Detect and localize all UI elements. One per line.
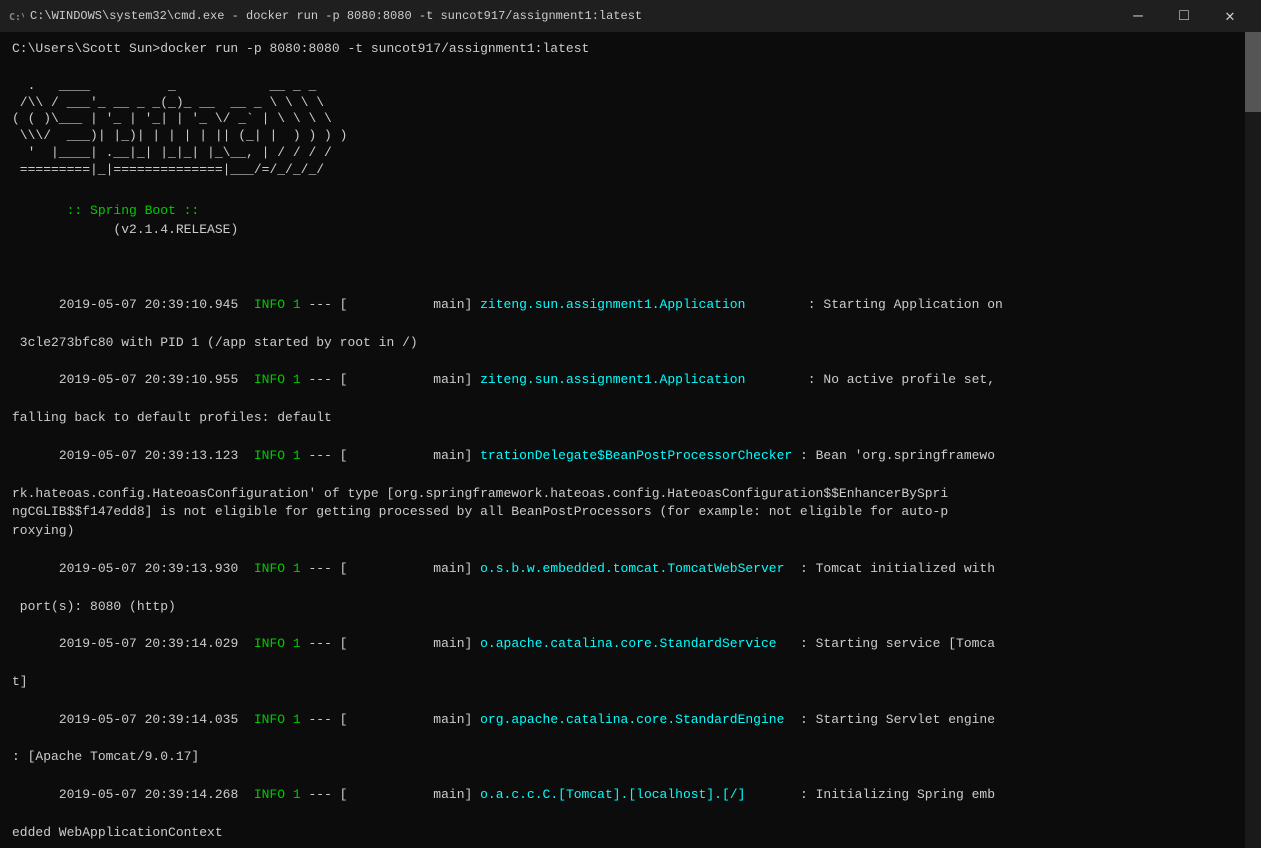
window-title: C:\WINDOWS\system32\cmd.exe - docker run…: [30, 9, 1115, 23]
blank-line-2: [12, 258, 1229, 277]
svg-text:C:\: C:\: [9, 12, 24, 23]
minimize-button[interactable]: —: [1115, 0, 1161, 32]
log-line-3: 2019-05-07 20:39:13.123 INFO 1 --- [ mai…: [12, 428, 1229, 485]
log-line-2b: falling back to default profiles: defaul…: [12, 409, 1229, 428]
window-controls: — □ ✕: [1115, 0, 1253, 32]
scrollbar-thumb[interactable]: [1245, 32, 1261, 112]
log-line-4b: port(s): 8080 (http): [12, 598, 1229, 617]
cmd-icon: C:\: [8, 8, 24, 24]
terminal-window: C:\Users\Scott Sun>docker run -p 8080:80…: [0, 32, 1261, 848]
log-line-2: 2019-05-07 20:39:10.955 INFO 1 --- [ mai…: [12, 353, 1229, 410]
maximize-button[interactable]: □: [1161, 0, 1207, 32]
log-line-8: 2019-05-07 20:39:14.269 INFO 1 --- [ mai…: [12, 843, 1229, 848]
close-button[interactable]: ✕: [1207, 0, 1253, 32]
titlebar: C:\ C:\WINDOWS\system32\cmd.exe - docker…: [0, 0, 1261, 32]
log-line-6: 2019-05-07 20:39:14.035 INFO 1 --- [ mai…: [12, 692, 1229, 749]
log-line-5b: t]: [12, 673, 1229, 692]
log-line-3c: ngCGLIB$$f147edd8] is not eligible for g…: [12, 503, 1229, 522]
log-line-4: 2019-05-07 20:39:13.930 INFO 1 --- [ mai…: [12, 541, 1229, 598]
prompt-line: C:\Users\Scott Sun>docker run -p 8080:80…: [12, 40, 1229, 59]
log-line-3b: rk.hateoas.config.HateoasConfiguration' …: [12, 485, 1229, 504]
log-line-6b: : [Apache Tomcat/9.0.17]: [12, 748, 1229, 767]
log-line-7: 2019-05-07 20:39:14.268 INFO 1 --- [ mai…: [12, 767, 1229, 824]
log-line-7b: edded WebApplicationContext: [12, 824, 1229, 843]
spring-boot-label: :: Spring Boot ::: [59, 203, 207, 218]
blank-line-1: [12, 59, 1229, 78]
scrollbar[interactable]: [1245, 32, 1261, 848]
log-line-3d: roxying): [12, 522, 1229, 541]
log-line-1b: 3cle273bfc80 with PID 1 (/app started by…: [12, 334, 1229, 353]
log-line-1: 2019-05-07 20:39:10.945 INFO 1 --- [ mai…: [12, 277, 1229, 334]
terminal-content: C:\Users\Scott Sun>docker run -p 8080:80…: [12, 40, 1249, 848]
spring-version: (v2.1.4.RELEASE): [59, 222, 238, 237]
log-line-5: 2019-05-07 20:39:14.029 INFO 1 --- [ mai…: [12, 616, 1229, 673]
spring-ascii-art: . ____ _ __ _ _ /\\ / ___'_ __ _ _(_)_ _…: [12, 78, 1229, 179]
spring-boot-version-line: :: Spring Boot :: (v2.1.4.RELEASE): [12, 183, 1229, 258]
